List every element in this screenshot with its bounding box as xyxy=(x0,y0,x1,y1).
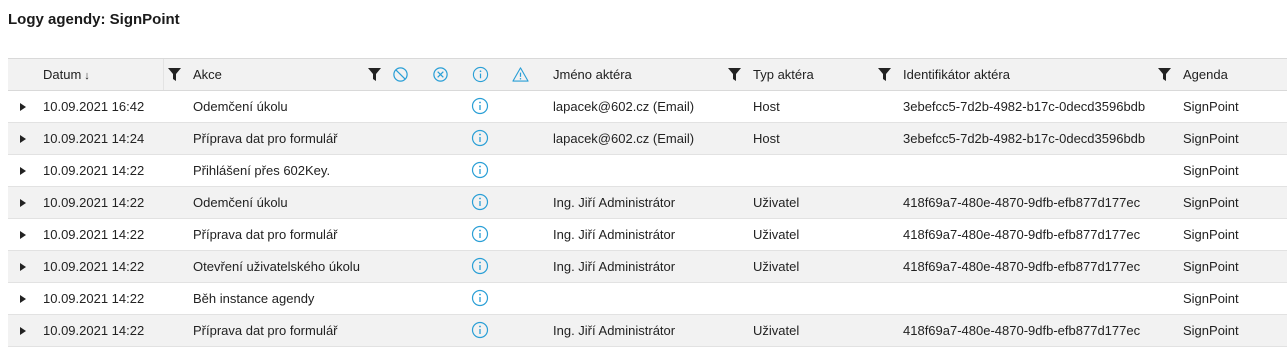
cell-agenda: SignPoint xyxy=(1183,99,1239,114)
grid-header: Datum ↓ Akce Jméno aktéra Typ aktéra Ide… xyxy=(8,59,1287,91)
table-row[interactable]: 10.09.2021 14:22 Přihlášení přes 602Key.… xyxy=(8,155,1287,187)
column-header-datum-label: Datum xyxy=(43,67,82,82)
sort-desc-icon: ↓ xyxy=(84,70,90,82)
expand-row-icon[interactable] xyxy=(20,327,26,335)
cell-jmeno-aktera: Ing. Jiří Administrátor xyxy=(553,259,676,274)
cell-akce: Příprava dat pro formulář xyxy=(193,323,338,338)
cell-agenda: SignPoint xyxy=(1183,259,1239,274)
info-icon[interactable] xyxy=(471,129,489,147)
cell-typ-aktera: Uživatel xyxy=(753,227,800,242)
column-header-akce[interactable]: Akce xyxy=(193,59,222,90)
cell-agenda: SignPoint xyxy=(1183,323,1239,338)
cancel-circle-icon[interactable] xyxy=(432,66,449,83)
column-header-jmeno-aktera[interactable]: Jméno aktéra xyxy=(553,59,632,90)
cell-identifikator-aktera: 3ebefcc5-7d2b-4982-b17c-0decd3596bdb xyxy=(903,99,1146,114)
cell-jmeno-aktera: lapacek@602.cz (Email) xyxy=(553,131,695,146)
column-separator xyxy=(163,59,164,90)
info-icon[interactable] xyxy=(471,225,489,243)
cell-typ-aktera: Uživatel xyxy=(753,259,800,274)
info-icon[interactable] xyxy=(471,321,489,339)
cell-jmeno-aktera: Ing. Jiří Administrátor xyxy=(553,323,676,338)
cell-datum: 10.09.2021 14:24 xyxy=(43,131,145,146)
page-title: Logy agendy: SignPoint xyxy=(8,11,180,28)
expand-row-icon[interactable] xyxy=(20,199,26,207)
grid-body: 10.09.2021 16:42 Odemčení úkolu lapacek@… xyxy=(8,91,1287,347)
info-icon[interactable] xyxy=(471,97,489,115)
info-icon[interactable] xyxy=(471,257,489,275)
info-icon[interactable] xyxy=(471,161,489,179)
table-row[interactable]: 10.09.2021 14:22 Odemčení úkolu Ing. Jiř… xyxy=(8,187,1287,219)
cell-datum: 10.09.2021 14:22 xyxy=(43,291,145,306)
filter-icon[interactable] xyxy=(728,68,741,81)
cell-jmeno-aktera: lapacek@602.cz (Email) xyxy=(553,99,695,114)
cell-datum: 10.09.2021 16:42 xyxy=(43,99,145,114)
expand-row-icon[interactable] xyxy=(20,135,26,143)
expand-row-icon[interactable] xyxy=(20,295,26,303)
filter-icon[interactable] xyxy=(878,68,891,81)
column-header-datum[interactable]: Datum ↓ xyxy=(43,59,90,90)
cell-datum: 10.09.2021 14:22 xyxy=(43,195,145,210)
cell-typ-aktera: Host xyxy=(753,131,780,146)
cell-identifikator-aktera: 418f69a7-480e-4870-9dfb-efb877d177ec xyxy=(903,259,1141,274)
cell-datum: 10.09.2021 14:22 xyxy=(43,163,145,178)
cell-datum: 10.09.2021 14:22 xyxy=(43,323,145,338)
cell-datum: 10.09.2021 14:22 xyxy=(43,259,145,274)
log-grid: Datum ↓ Akce Jméno aktéra Typ aktéra Ide… xyxy=(8,58,1287,347)
table-row[interactable]: 10.09.2021 16:42 Odemčení úkolu lapacek@… xyxy=(8,91,1287,123)
filter-icon[interactable] xyxy=(168,68,181,81)
expand-row-icon[interactable] xyxy=(20,167,26,175)
filter-icon[interactable] xyxy=(368,68,381,81)
cell-agenda: SignPoint xyxy=(1183,131,1239,146)
cell-akce: Přihlášení přes 602Key. xyxy=(193,163,331,178)
info-icon[interactable] xyxy=(472,66,489,83)
cell-akce: Odemčení úkolu xyxy=(193,99,288,114)
column-header-agenda[interactable]: Agenda xyxy=(1183,59,1228,90)
cell-akce: Příprava dat pro formulář xyxy=(193,227,338,242)
cell-typ-aktera: Uživatel xyxy=(753,195,800,210)
cell-jmeno-aktera: Ing. Jiří Administrátor xyxy=(553,227,676,242)
cell-identifikator-aktera: 418f69a7-480e-4870-9dfb-efb877d177ec xyxy=(903,195,1141,210)
cell-agenda: SignPoint xyxy=(1183,195,1239,210)
cell-typ-aktera: Uživatel xyxy=(753,323,800,338)
expand-row-icon[interactable] xyxy=(20,231,26,239)
cell-agenda: SignPoint xyxy=(1183,163,1239,178)
cell-akce: Běh instance agendy xyxy=(193,291,315,306)
cell-jmeno-aktera: Ing. Jiří Administrátor xyxy=(553,195,676,210)
cell-identifikator-aktera: 418f69a7-480e-4870-9dfb-efb877d177ec xyxy=(903,227,1141,242)
table-row[interactable]: 10.09.2021 14:22 Příprava dat pro formul… xyxy=(8,219,1287,251)
table-row[interactable]: 10.09.2021 14:22 Otevření uživatelského … xyxy=(8,251,1287,283)
column-header-typ-aktera[interactable]: Typ aktéra xyxy=(753,59,814,90)
cell-akce: Odemčení úkolu xyxy=(193,195,288,210)
table-row[interactable]: 10.09.2021 14:22 Příprava dat pro formul… xyxy=(8,315,1287,347)
cell-agenda: SignPoint xyxy=(1183,291,1239,306)
expand-row-icon[interactable] xyxy=(20,103,26,111)
cell-identifikator-aktera: 3ebefcc5-7d2b-4982-b17c-0decd3596bdb xyxy=(903,131,1146,146)
cell-datum: 10.09.2021 14:22 xyxy=(43,227,145,242)
filter-icon[interactable] xyxy=(1158,68,1171,81)
cell-akce: Příprava dat pro formulář xyxy=(193,131,338,146)
info-icon[interactable] xyxy=(471,289,489,307)
table-row[interactable]: 10.09.2021 14:24 Příprava dat pro formul… xyxy=(8,123,1287,155)
ban-icon[interactable] xyxy=(392,66,409,83)
cell-agenda: SignPoint xyxy=(1183,227,1239,242)
info-icon[interactable] xyxy=(471,193,489,211)
cell-identifikator-aktera: 418f69a7-480e-4870-9dfb-efb877d177ec xyxy=(903,323,1141,338)
cell-akce: Otevření uživatelského úkolu xyxy=(193,259,360,274)
expand-row-icon[interactable] xyxy=(20,263,26,271)
column-header-identifikator-aktera[interactable]: Identifikátor aktéra xyxy=(903,59,1010,90)
warning-icon[interactable] xyxy=(512,66,529,83)
table-row[interactable]: 10.09.2021 14:22 Běh instance agendy Sig… xyxy=(8,283,1287,315)
cell-typ-aktera: Host xyxy=(753,99,780,114)
